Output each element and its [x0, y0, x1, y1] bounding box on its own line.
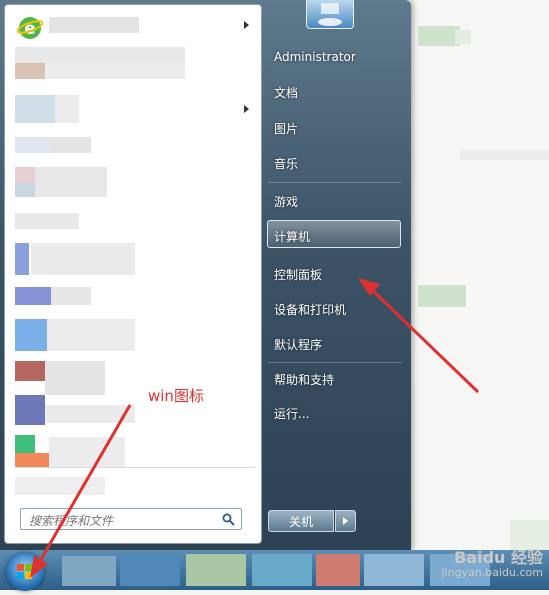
start-button[interactable] — [6, 553, 44, 591]
menu-item-default-programs[interactable]: 默认程序 — [274, 336, 322, 353]
taskbar-item-blurred[interactable] — [62, 556, 116, 586]
taskbar-item-blurred[interactable] — [186, 554, 246, 586]
program-icon-blurred — [15, 183, 35, 197]
watermark-brand: Baidu 经验 — [454, 548, 543, 567]
shutdown-options-icon[interactable] — [335, 510, 356, 532]
program-icon-blurred — [15, 137, 51, 153]
program-item-blurred[interactable] — [45, 63, 185, 79]
menu-item-devices-printers[interactable]: 设备和打印机 — [274, 301, 346, 318]
taskbar-item-blurred[interactable] — [120, 554, 180, 586]
program-item-blurred[interactable] — [15, 213, 79, 229]
menu-item-help-support[interactable]: 帮助和支持 — [274, 371, 334, 388]
program-icon-blurred — [15, 453, 49, 467]
program-list-divider — [15, 467, 255, 468]
annotation-label: win图标 — [148, 387, 204, 405]
program-icon-blurred — [15, 95, 55, 123]
program-item-blurred[interactable] — [51, 137, 91, 153]
desktop-blur-block — [460, 150, 549, 160]
program-item-blurred[interactable] — [15, 47, 185, 63]
submenu-arrow-icon — [244, 105, 249, 113]
program-icon-blurred — [15, 361, 45, 381]
program-icon-blurred — [15, 395, 45, 425]
shutdown-button[interactable]: 关机 — [268, 510, 334, 532]
program-icon-blurred — [15, 243, 29, 275]
program-icon-blurred — [15, 435, 35, 453]
program-item-blurred[interactable] — [47, 319, 135, 351]
menu-item-games[interactable]: 游戏 — [274, 193, 298, 210]
program-item-blurred[interactable] — [35, 167, 107, 197]
search-icon[interactable] — [222, 513, 235, 526]
menu-item-computer[interactable]: 计算机 — [274, 228, 310, 245]
submenu-arrow-icon — [244, 21, 249, 29]
program-list-pane: e — [4, 4, 262, 544]
taskbar-item-blurred[interactable] — [316, 554, 360, 586]
taskbar-item-blurred[interactable] — [364, 554, 424, 586]
menu-item-documents[interactable]: 文档 — [274, 84, 298, 101]
desktop-background — [411, 0, 549, 550]
program-icon-blurred — [15, 167, 35, 183]
all-programs-item[interactable] — [15, 477, 105, 495]
program-item-blurred[interactable] — [31, 243, 135, 275]
program-icon-blurred — [15, 63, 45, 79]
program-item-blurred[interactable] — [45, 405, 135, 423]
watermark-url: jingyan.baidu.com — [441, 566, 543, 579]
user-picture[interactable] — [306, 0, 354, 29]
windows-logo-icon — [17, 564, 32, 579]
user-avatar-icon — [318, 3, 342, 26]
menu-item-run[interactable]: 运行... — [274, 405, 309, 422]
program-item-blurred[interactable] — [55, 95, 79, 123]
menu-item-control-panel[interactable]: 控制面板 — [274, 266, 322, 283]
desktop-blur-block — [455, 30, 471, 44]
desktop-blur-block — [418, 285, 466, 307]
program-item-blurred[interactable] — [45, 361, 105, 395]
ie-icon[interactable]: e — [16, 15, 44, 41]
program-item-blurred[interactable] — [49, 437, 125, 467]
right-pane-separator — [268, 182, 402, 183]
program-icon-blurred — [15, 287, 51, 305]
menu-item-administrator[interactable]: Administrator — [274, 50, 356, 64]
menu-item-music[interactable]: 音乐 — [274, 155, 298, 172]
menu-item-pictures[interactable]: 图片 — [274, 120, 298, 137]
search-input[interactable]: 搜索程序和文件 — [20, 508, 242, 530]
search-placeholder: 搜索程序和文件 — [29, 514, 114, 528]
program-item-blurred[interactable] — [51, 287, 91, 305]
taskbar-item-blurred[interactable] — [252, 554, 312, 586]
desktop-blur-block — [418, 26, 460, 46]
right-pane-separator — [268, 362, 402, 363]
program-item-blurred[interactable] — [49, 17, 139, 33]
program-icon-blurred — [15, 319, 47, 351]
